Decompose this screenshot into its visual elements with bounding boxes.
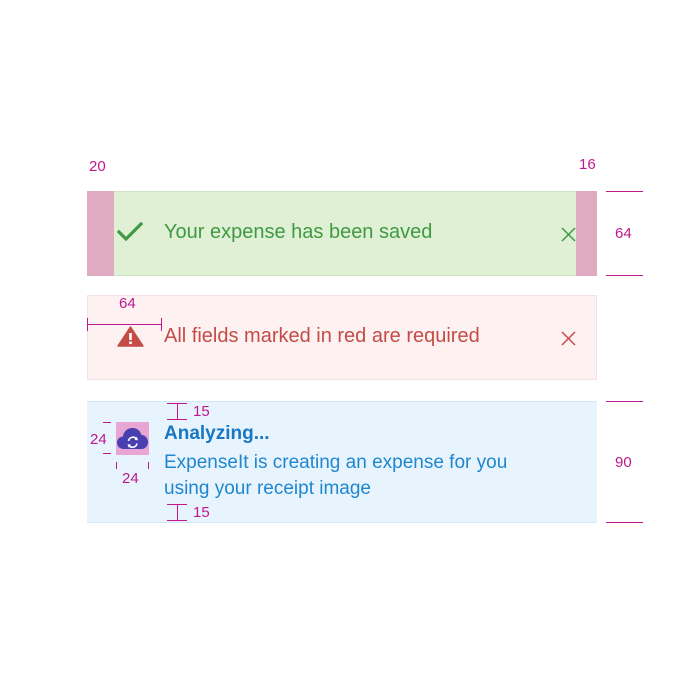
- top-spacing-label: 15: [193, 403, 210, 420]
- icon-width-guide-right: [148, 462, 149, 469]
- right-padding-highlight: [576, 191, 597, 276]
- icon-column-width-label: 64: [119, 295, 136, 312]
- close-icon[interactable]: [561, 227, 576, 242]
- info-height-guide-bottom: [606, 522, 643, 523]
- left-padding-highlight: [87, 191, 114, 276]
- icon-height-guide-top: [103, 422, 111, 423]
- info-title: Analyzing...: [164, 423, 270, 444]
- success-height-label: 64: [615, 225, 632, 242]
- error-message: All fields marked in red are required: [164, 325, 480, 347]
- warning-icon: [117, 326, 144, 347]
- cloud-sync-icon: [117, 428, 148, 449]
- info-height-label: 90: [615, 454, 632, 471]
- top-spacing-guide-bottom: [167, 419, 187, 420]
- height-guide-bottom: [606, 275, 643, 276]
- bottom-spacing-guide-stem: [177, 504, 178, 521]
- bottom-spacing-guide-bottom: [167, 520, 187, 521]
- width-guide-left-tick: [87, 318, 88, 331]
- icon-width-guide-left: [116, 462, 117, 469]
- width-guide-right-tick: [161, 318, 162, 331]
- success-message: Your expense has been saved: [164, 221, 433, 243]
- icon-width-label: 24: [122, 470, 139, 487]
- right-padding-label: 16: [579, 156, 596, 173]
- height-guide-top: [606, 191, 643, 192]
- info-height-guide-top: [606, 401, 643, 402]
- bottom-spacing-label: 15: [193, 504, 210, 521]
- info-message: ExpenseIt is creating an expense for you…: [164, 452, 508, 499]
- icon-height-guide-bottom: [103, 453, 111, 454]
- checkmark-icon: [117, 222, 143, 242]
- top-spacing-guide-stem: [177, 403, 178, 420]
- left-padding-label: 20: [89, 158, 106, 175]
- icon-height-label: 24: [90, 431, 107, 448]
- close-icon[interactable]: [561, 331, 576, 346]
- width-guide: [87, 324, 162, 325]
